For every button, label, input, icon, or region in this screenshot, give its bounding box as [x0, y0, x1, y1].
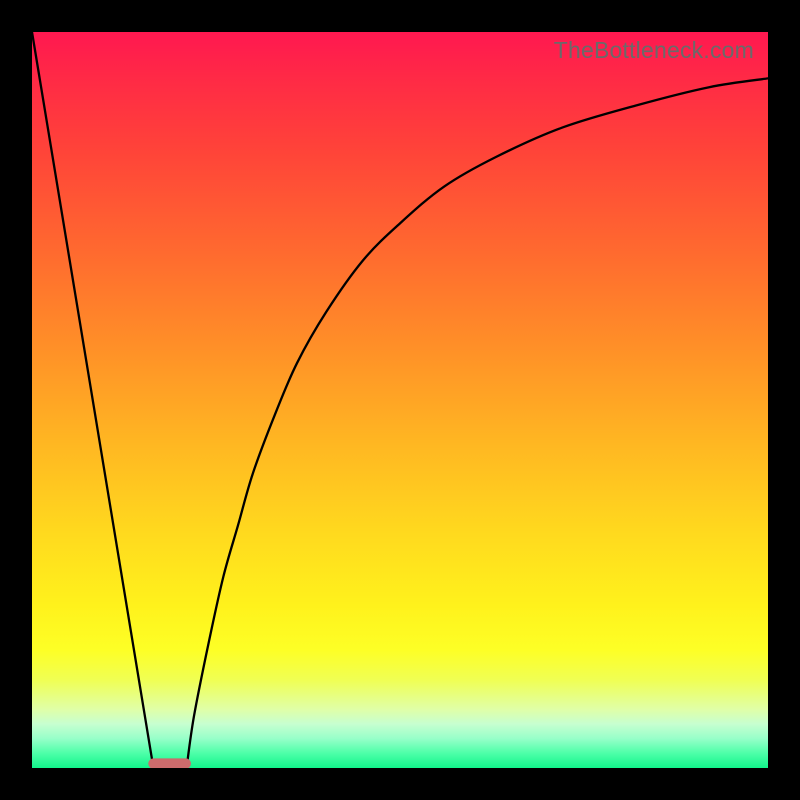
min-marker: [148, 758, 191, 768]
plot-area: TheBottleneck.com: [32, 32, 768, 768]
bottleneck-curve: [32, 32, 768, 768]
chart-stage: TheBottleneck.com: [0, 0, 800, 800]
attribution-text: TheBottleneck.com: [554, 37, 754, 64]
curve-layer: [32, 32, 768, 768]
